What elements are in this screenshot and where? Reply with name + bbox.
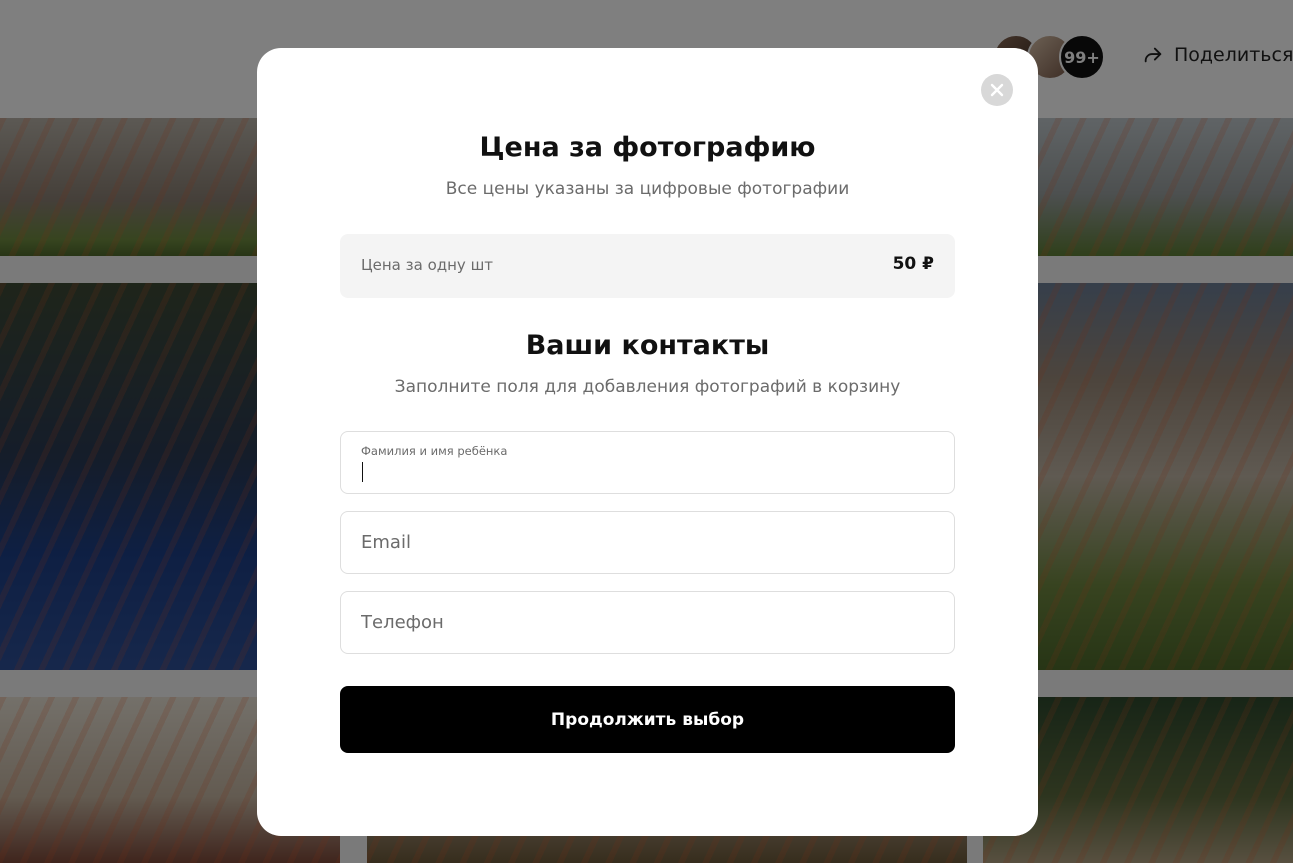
price-row: Цена за одну шт 50 ₽ [340,234,955,298]
child-name-label: Фамилия и имя ребёнка [361,444,508,458]
contacts-title: Ваши контакты [525,330,770,361]
email-input[interactable] [361,512,931,573]
continue-button[interactable]: Продолжить выбор [340,686,955,753]
modal-title: Цена за фотографию [479,132,816,163]
price-modal: Цена за фотографию Все цены указаны за ц… [257,48,1038,836]
price-label: Цена за одну шт [361,256,494,274]
close-button[interactable] [981,74,1013,106]
phone-field[interactable] [340,591,955,654]
email-field[interactable] [340,511,955,574]
price-value: 50 ₽ [892,254,934,274]
text-caret [362,462,363,482]
modal-subtitle: Все цены указаны за цифровые фотографии [445,179,850,199]
contacts-subtitle: Заполните поля для добавления фотографий… [394,377,901,397]
child-name-field[interactable]: Фамилия и имя ребёнка [340,431,955,494]
close-icon [990,83,1004,97]
phone-input[interactable] [361,592,931,653]
